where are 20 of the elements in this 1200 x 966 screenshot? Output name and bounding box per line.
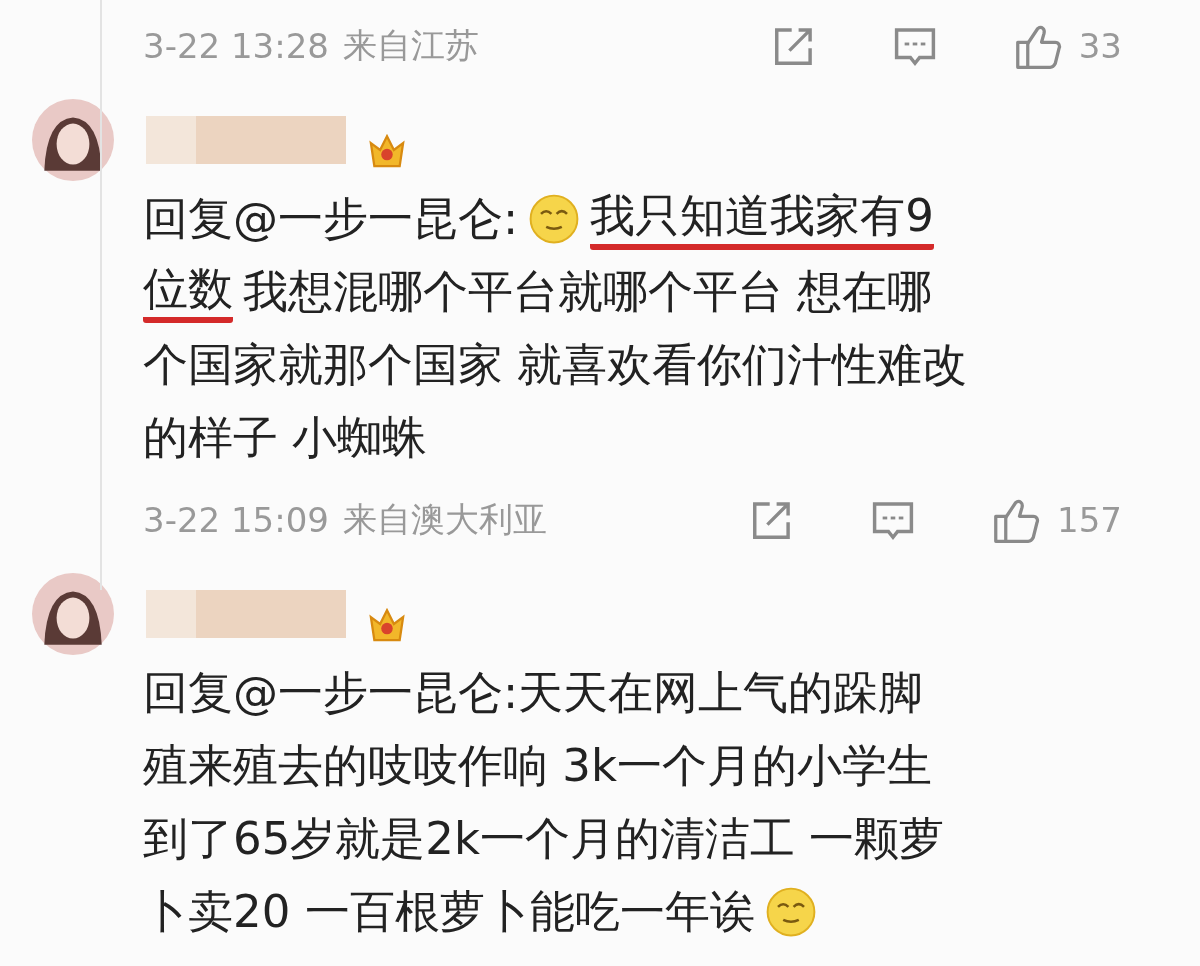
comment-text: 卜卖20 一百根萝卜能吃一年诶	[143, 883, 755, 940]
like-button[interactable]: 33	[1012, 21, 1122, 71]
comment-time: 3-22 13:28	[143, 26, 329, 66]
underlined-comment-text: 我只知道我家有9	[590, 187, 934, 250]
like-button[interactable]: 157	[991, 495, 1122, 545]
comment-text: 的样子 小蜘蛛	[143, 409, 428, 466]
smiley-emoji-icon	[764, 885, 817, 938]
comment-text: 殖来殖去的吱吱作响 3k一个月的小学生	[143, 737, 932, 794]
comment-location: 来自澳大利亚	[342, 498, 547, 541]
underlined-comment-text: 位数	[143, 260, 233, 323]
comment-time: 3-22 15:09	[143, 500, 329, 540]
avatar[interactable]	[32, 99, 114, 181]
avatar[interactable]	[32, 573, 114, 655]
comment-text: 到了65岁就是2k一个月的清洁工 一颗萝	[143, 810, 945, 867]
smiley-emoji-icon	[528, 192, 581, 245]
comment-text: 回复@一步一昆仑:天天在网上气的跺脚	[143, 664, 924, 721]
comment-text: 个国家就那个国家 就喜欢看你们汁性难改	[143, 336, 968, 393]
comment-text: 我想混哪个平台就哪个平台 想在哪	[243, 263, 933, 320]
comment-location: 来自江苏	[342, 24, 479, 67]
comment-text: 回复@一步一昆仑:	[143, 190, 519, 247]
